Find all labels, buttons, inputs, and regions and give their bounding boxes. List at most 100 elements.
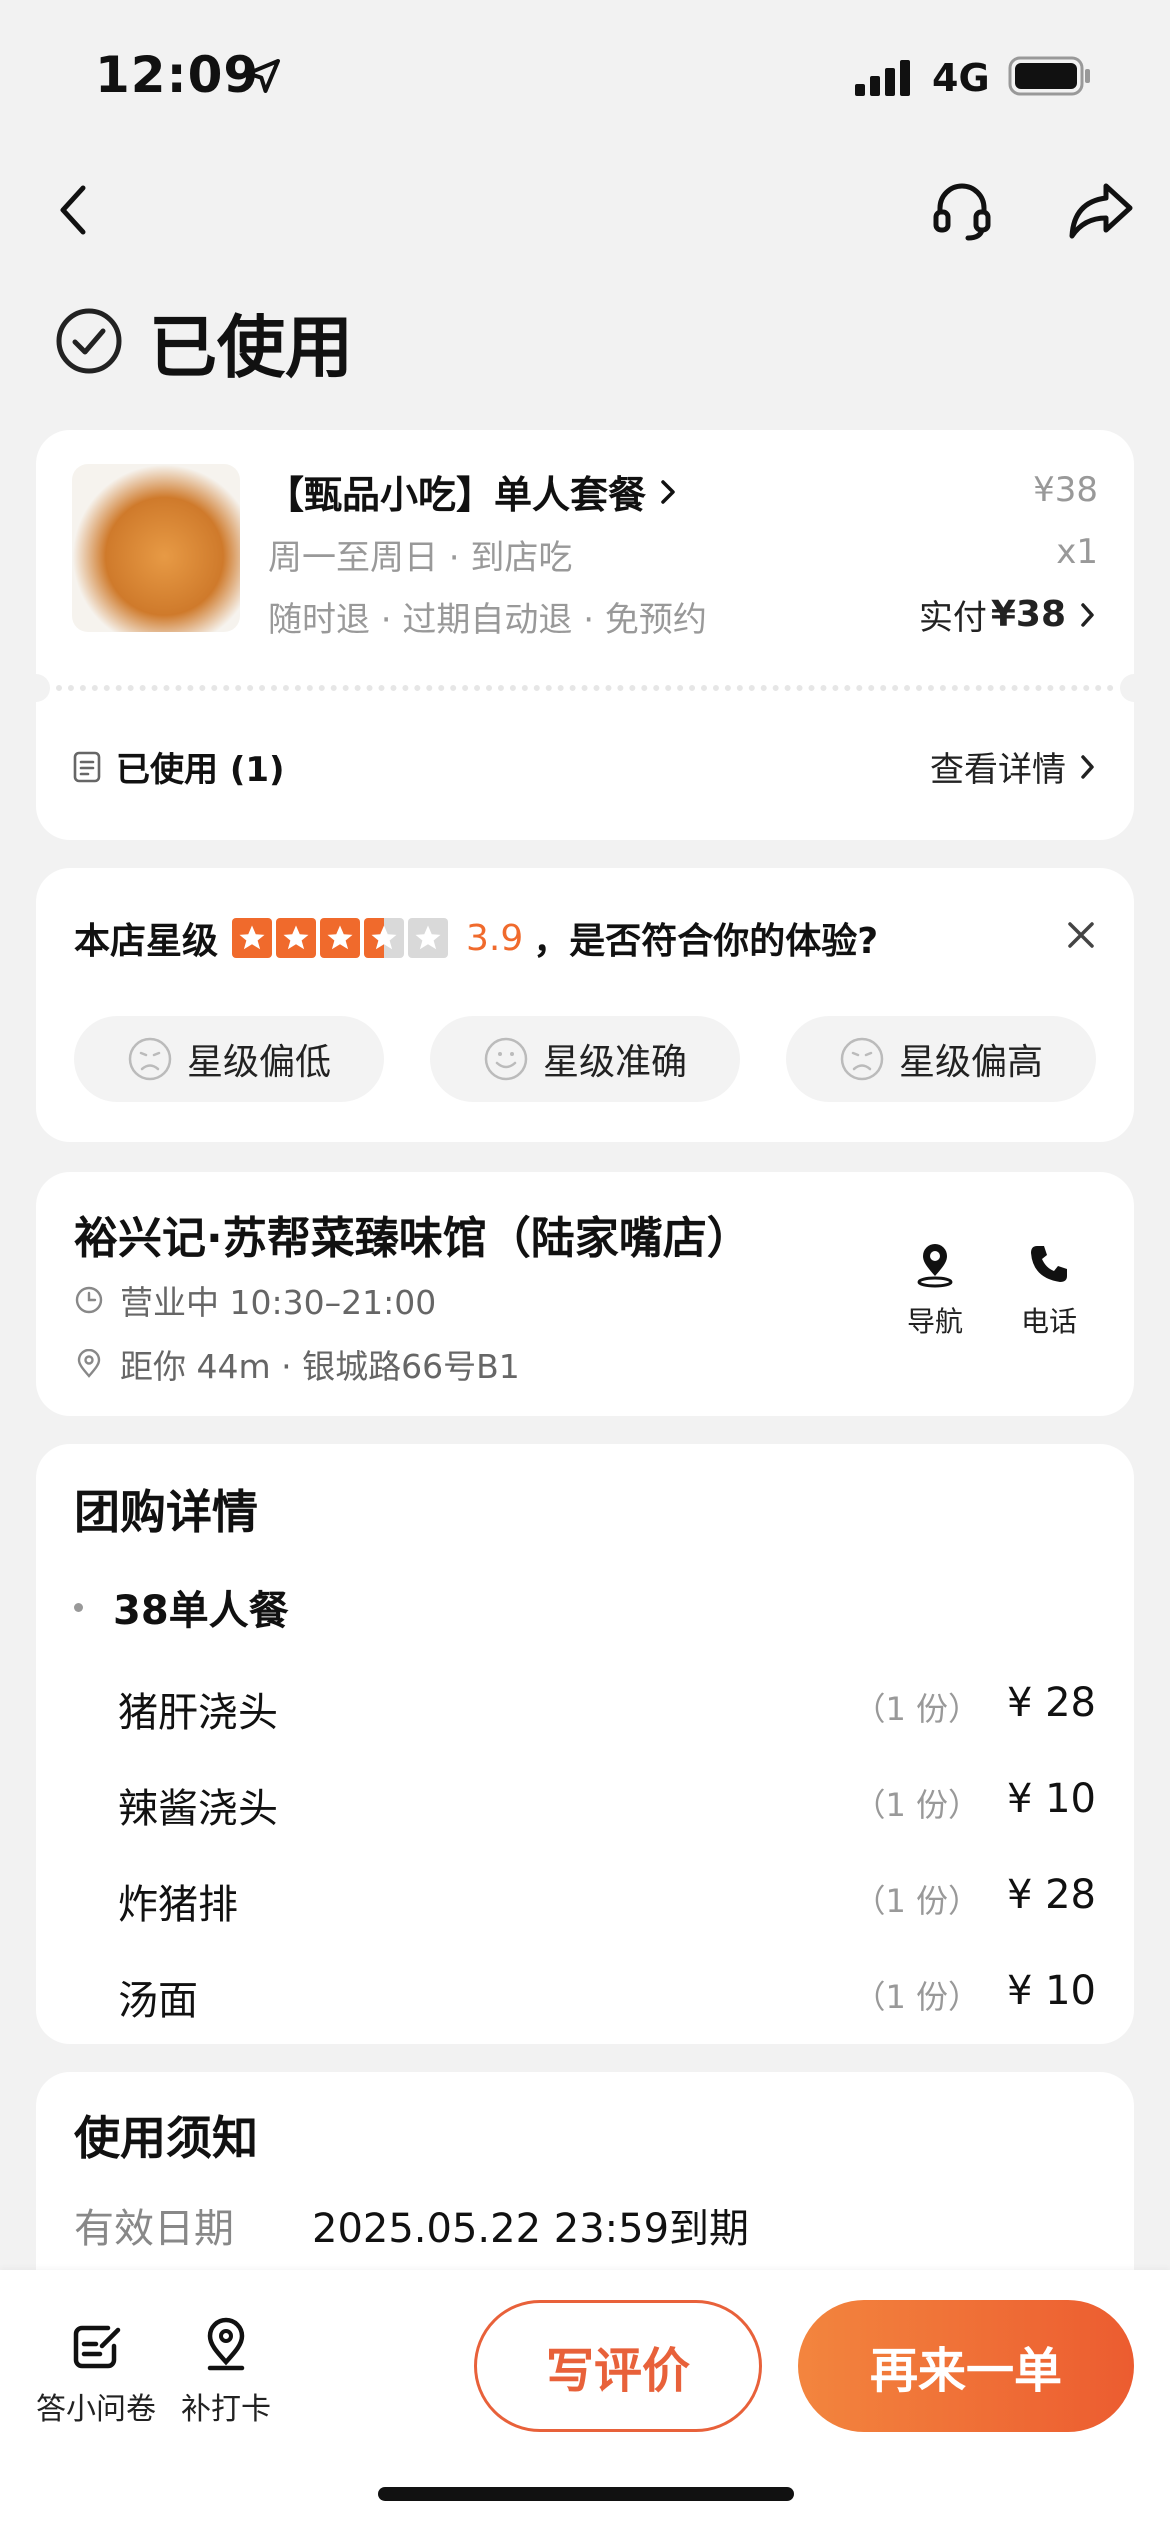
paid-amount: ¥38 <box>990 594 1066 635</box>
item-name: 汤面 <box>118 1978 198 2024</box>
list-item: 辣酱浇头 （1 份） ¥ 10 <box>118 1772 1096 1832</box>
survey-label: 答小问卷 <box>36 2392 156 2427</box>
reorder-button[interactable]: 再来一单 <box>798 2300 1134 2432</box>
package-details-card: 团购详情 38单人餐 猪肝浇头 （1 份） ¥ 28 辣酱浇头 （1 份） ¥ … <box>36 1444 1134 2044</box>
view-details-label: 查看详情 <box>930 750 1066 790</box>
unhappy-face-icon <box>128 1037 172 1081</box>
unit-price: ¥38 <box>1033 470 1098 510</box>
view-details-link[interactable]: 查看详情 <box>930 742 1098 791</box>
item-name: 炸猪排 <box>118 1882 238 1928</box>
rating-label: 本店星级 <box>74 921 219 962</box>
section-title: 团购详情 <box>74 1485 258 1539</box>
survey-button[interactable]: 答小问卷 <box>34 2316 158 2428</box>
navigate-button[interactable]: 导航 <box>890 1240 980 1340</box>
star-full-icon <box>232 918 273 958</box>
package-group-name: 38单人餐 <box>113 1588 289 1634</box>
item-price: ¥ 10 <box>1006 1776 1096 1822</box>
check-circle-icon <box>56 308 122 374</box>
package-group: 38单人餐 <box>74 1578 289 1636</box>
navigation-pin-icon <box>917 1244 953 1288</box>
clock-icon <box>75 1286 103 1314</box>
call-button[interactable]: 电话 <box>1004 1240 1094 1340</box>
used-coupons-row[interactable]: 已使用 (1) <box>72 742 285 791</box>
used-label: 已使用 (1) <box>116 750 285 790</box>
smile-face-icon <box>484 1037 528 1081</box>
status-bar: 12:09 4G <box>0 0 1170 150</box>
page-title: 已使用 <box>149 308 354 388</box>
product-policies: 随时退 · 过期自动退 · 免预约 <box>268 600 707 640</box>
rating-question: ，是否符合你的体验? <box>533 921 879 962</box>
paid-label: 实付 <box>918 598 987 638</box>
chevron-right-icon <box>1081 602 1094 627</box>
rating-accurate-button[interactable]: 星级准确 <box>430 1016 740 1102</box>
item-count: （1 份） <box>853 1882 980 1920</box>
close-icon[interactable] <box>1066 920 1096 950</box>
rating-too-low-button[interactable]: 星级偏低 <box>74 1016 384 1102</box>
rating-option-label: 星级偏高 <box>898 1042 1043 1083</box>
customer-service-icon[interactable] <box>930 178 994 242</box>
checkin-button[interactable]: 补打卡 <box>176 2316 276 2428</box>
order-card: 【甄品小吃】单人套餐 周一至周日 · 到店吃 随时退 · 过期自动退 · 免预约… <box>22 430 1148 840</box>
rating-card: 本店星级 3.9 ，是否符合你的体验? 星级偏低 星级准确 星级偏高 <box>36 868 1134 1142</box>
paid-amount-link[interactable]: 实付 ¥38 <box>919 590 1098 639</box>
signal-icon <box>855 60 910 96</box>
bullet-dot <box>74 1602 83 1612</box>
item-name: 猪肝浇头 <box>118 1690 278 1736</box>
call-label: 电话 <box>1020 1305 1077 1338</box>
item-name: 辣酱浇头 <box>118 1786 278 1832</box>
nav-bar <box>0 160 1170 260</box>
checkin-label: 补打卡 <box>181 2392 271 2427</box>
star-rating <box>232 918 452 958</box>
survey-edit-icon <box>73 2325 121 2369</box>
unhappy-face-icon <box>840 1037 884 1081</box>
list-item: 猪肝浇头 （1 份） ¥ 28 <box>118 1676 1096 1736</box>
ticket-divider <box>56 685 1114 691</box>
product-name: 【甄品小吃】单人套餐 <box>266 473 647 517</box>
navigate-label: 导航 <box>906 1305 963 1338</box>
item-price: ¥ 28 <box>1006 1680 1096 1726</box>
validity-label: 有效日期 <box>74 2206 234 2252</box>
home-indicator <box>378 2487 794 2501</box>
rating-row: 本店星级 3.9 ，是否符合你的体验? <box>74 912 878 964</box>
shop-distance-row: 距你 44m · 银城路66号B1 <box>74 1340 520 1388</box>
list-item: 炸猪排 （1 份） ¥ 28 <box>118 1868 1096 1928</box>
location-pin-icon <box>77 1349 101 1378</box>
product-name-link[interactable]: 【甄品小吃】单人套餐 <box>266 464 680 519</box>
star-full-icon <box>276 918 317 958</box>
quantity: x1 <box>1056 532 1098 572</box>
item-price: ¥ 10 <box>1006 1968 1096 2014</box>
phone-icon <box>1031 1246 1067 1282</box>
location-arrow-icon <box>246 59 280 93</box>
shop-card[interactable]: 裕兴记·苏帮菜臻味馆（陆家嘴店） 营业中 10:30–21:00 距你 44m … <box>36 1172 1134 1416</box>
shop-hours-row: 营业中 10:30–21:00 <box>74 1276 436 1324</box>
ticket-notch <box>22 674 50 702</box>
location-pin-icon <box>207 2317 245 2371</box>
validity-value: 2025.05.22 23:59到期 <box>312 2206 750 2252</box>
network-type: 4G <box>932 56 990 100</box>
back-icon[interactable] <box>45 180 105 240</box>
shop-name: 裕兴记·苏帮菜臻味馆（陆家嘴店） <box>74 1213 751 1264</box>
rating-score: 3.9 <box>466 917 524 959</box>
ticket-notch <box>1120 674 1148 702</box>
shop-distance: 距你 44m · 银城路66号B1 <box>120 1347 520 1386</box>
star-empty-icon <box>408 918 449 958</box>
write-review-button[interactable]: 写评价 <box>474 2300 762 2432</box>
chevron-right-icon <box>661 479 675 504</box>
star-full-icon <box>320 918 361 958</box>
item-count: （1 份） <box>853 1786 980 1824</box>
order-status-heading: 已使用 <box>55 296 353 388</box>
product-thumbnail[interactable] <box>72 464 240 632</box>
shop-hours: 营业中 10:30–21:00 <box>120 1283 437 1322</box>
document-icon <box>73 751 101 782</box>
list-item: 汤面 （1 份） ¥ 10 <box>118 1964 1096 2024</box>
rating-option-label: 星级准确 <box>542 1042 687 1083</box>
status-time: 12:09 <box>95 46 260 104</box>
chevron-right-icon <box>1081 754 1094 779</box>
rating-too-high-button[interactable]: 星级偏高 <box>786 1016 1096 1102</box>
item-count: （1 份） <box>853 1978 980 2016</box>
star-half-icon <box>364 918 405 958</box>
section-title: 使用须知 <box>74 2111 258 2165</box>
battery-icon <box>1008 56 1090 96</box>
rating-option-label: 星级偏低 <box>186 1042 331 1083</box>
share-icon[interactable] <box>1066 178 1136 242</box>
